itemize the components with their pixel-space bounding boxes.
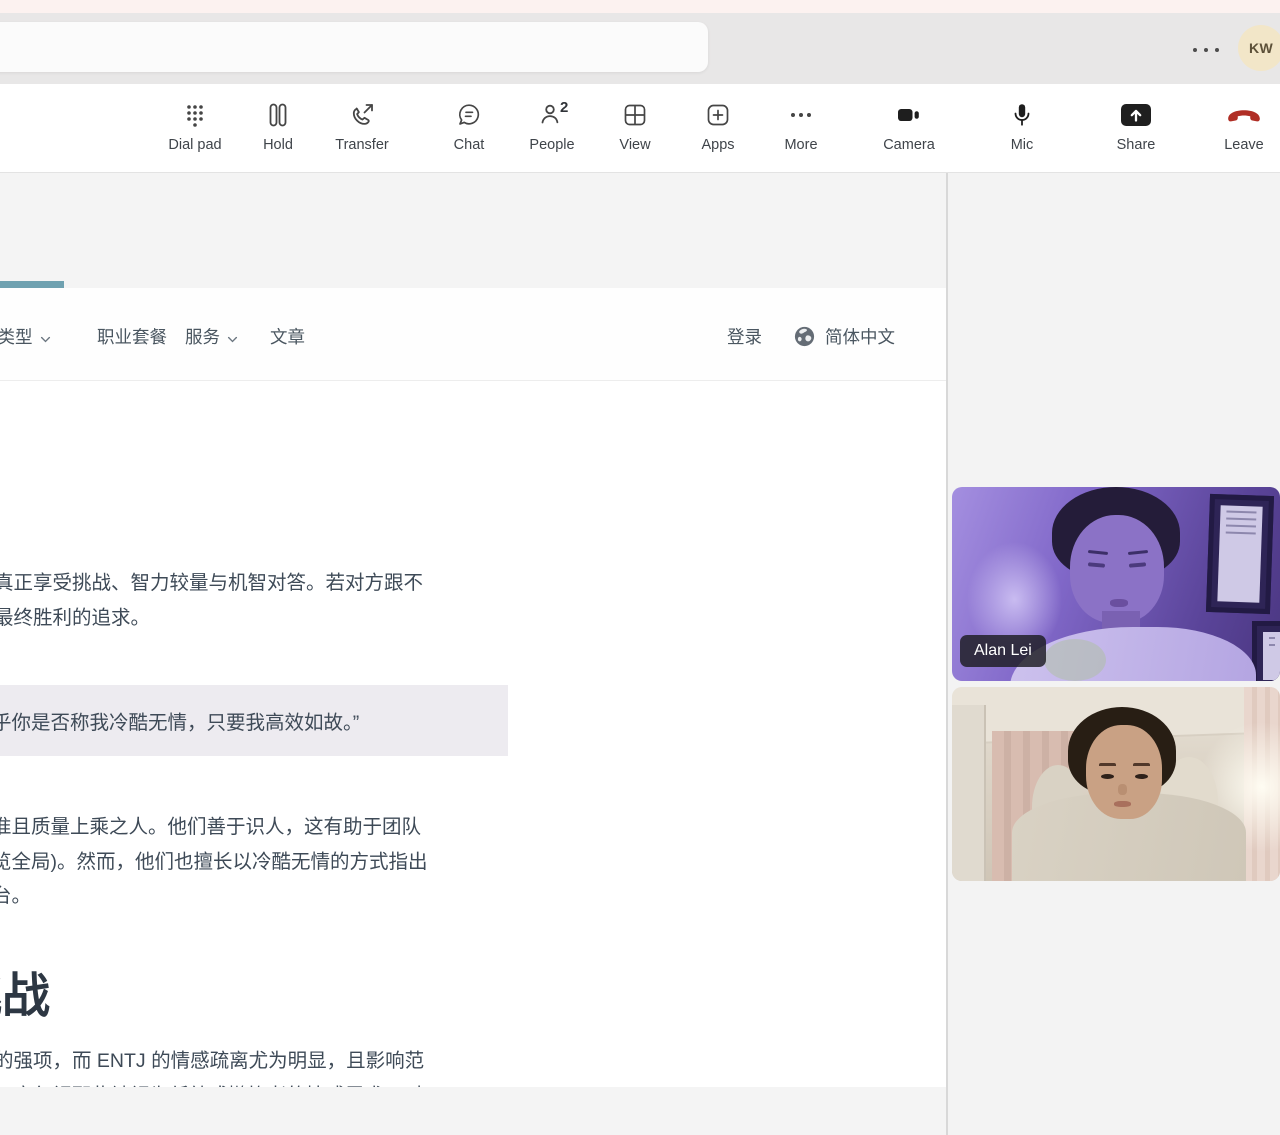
view-button[interactable]: View bbox=[597, 92, 673, 164]
leave-icon bbox=[1225, 98, 1263, 132]
window-top-strip bbox=[0, 0, 1280, 13]
share-label: Share bbox=[1117, 137, 1156, 153]
participant-name: Alan Lei bbox=[974, 642, 1032, 659]
room-door bbox=[952, 705, 986, 881]
leave-button[interactable]: Leave bbox=[1206, 92, 1280, 164]
people-button[interactable]: 2 People bbox=[514, 92, 590, 164]
wall-frame bbox=[1252, 621, 1280, 681]
participant-name-badge: Alan Lei bbox=[960, 635, 1046, 667]
avatar-initials: KW bbox=[1249, 40, 1273, 56]
leave-label: Leave bbox=[1224, 137, 1264, 153]
more-button[interactable]: More bbox=[763, 92, 839, 164]
chevron-down-icon bbox=[227, 327, 238, 348]
wall-frame bbox=[1206, 494, 1274, 614]
titlebar-more-icon[interactable] bbox=[1193, 45, 1219, 55]
video-tile-alan-lei[interactable]: Alan Lei bbox=[952, 487, 1280, 681]
nav-item-articles[interactable]: 文章 bbox=[270, 324, 305, 349]
apps-icon bbox=[704, 98, 732, 132]
camera-icon bbox=[895, 98, 923, 132]
camera-label: Camera bbox=[883, 137, 935, 153]
apps-button[interactable]: Apps bbox=[680, 92, 756, 164]
article-paragraph: 真正享受挑战、智力较量与机智对答。若对方跟不 最终胜利的追求。 bbox=[0, 566, 423, 635]
share-button[interactable]: Share bbox=[1098, 92, 1174, 164]
nav-item-services[interactable]: 服务 bbox=[185, 324, 238, 349]
app-titlebar: KW bbox=[0, 13, 1280, 84]
video-tile-participant-2[interactable] bbox=[952, 687, 1280, 881]
avatar[interactable]: KW bbox=[1238, 25, 1280, 71]
article-section-heading: 挑战 bbox=[0, 956, 50, 1026]
nav-item-types[interactable]: 格类型 bbox=[0, 324, 51, 349]
globe-icon bbox=[793, 325, 816, 348]
chat-label: Chat bbox=[454, 137, 485, 153]
more-icon bbox=[787, 98, 815, 132]
site-navbar: 格类型 职业套餐 服务 文章 登录 bbox=[0, 288, 946, 381]
transfer-label: Transfer bbox=[335, 137, 388, 153]
chat-button[interactable]: Chat bbox=[431, 92, 507, 164]
people-label: People bbox=[529, 137, 574, 153]
view-icon bbox=[621, 98, 649, 132]
dialpad-button[interactable]: Dial pad bbox=[157, 92, 233, 164]
apps-label: Apps bbox=[701, 137, 734, 153]
transfer-icon bbox=[348, 98, 376, 132]
hold-button[interactable]: Hold bbox=[240, 92, 316, 164]
view-label: View bbox=[619, 137, 650, 153]
call-title-field[interactable] bbox=[0, 22, 708, 72]
screen-share-region: 格类型 职业套餐 服务 文章 登录 bbox=[0, 173, 946, 1135]
article-paragraph: 的强项，而 ENTJ 的情感疏离尤为明显，且影响范 无意忽视那些被视为低效或懒惰… bbox=[0, 1044, 424, 1087]
people-count-badge: 2 bbox=[560, 99, 568, 116]
chevron-down-icon bbox=[40, 327, 51, 348]
quote-text: 乎你是否称我冷酷无情，只要我高效如故。” bbox=[0, 706, 359, 735]
call-toolbar: Dial pad Hold Transfer Chat bbox=[0, 84, 1280, 173]
language-selector[interactable]: 简体中文 bbox=[793, 324, 895, 349]
mic-icon bbox=[1008, 98, 1036, 132]
more-label: More bbox=[784, 137, 817, 153]
dialpad-icon bbox=[181, 98, 209, 132]
mic-button[interactable]: Mic bbox=[984, 92, 1060, 164]
nav-item-career[interactable]: 职业套餐 bbox=[97, 324, 167, 349]
article-paragraph: 准且质量上乘之人。他们善于识人，这有助于团队 览全局)。然而，他们也擅长以冷酷无… bbox=[0, 810, 428, 914]
hold-icon bbox=[264, 98, 292, 132]
login-link[interactable]: 登录 bbox=[727, 324, 762, 349]
shared-webpage: 格类型 职业套餐 服务 文章 登录 bbox=[0, 288, 946, 1087]
dialpad-label: Dial pad bbox=[168, 137, 221, 153]
transfer-button[interactable]: Transfer bbox=[324, 92, 400, 164]
article-quote-block: 乎你是否称我冷酷无情，只要我高效如故。” bbox=[0, 685, 508, 756]
chat-icon bbox=[455, 98, 483, 132]
share-icon bbox=[1119, 98, 1153, 132]
camera-button[interactable]: Camera bbox=[871, 92, 947, 164]
language-label: 简体中文 bbox=[825, 324, 895, 349]
hold-label: Hold bbox=[263, 137, 293, 153]
mic-label: Mic bbox=[1011, 137, 1034, 153]
browser-tab-indicator bbox=[0, 281, 64, 288]
